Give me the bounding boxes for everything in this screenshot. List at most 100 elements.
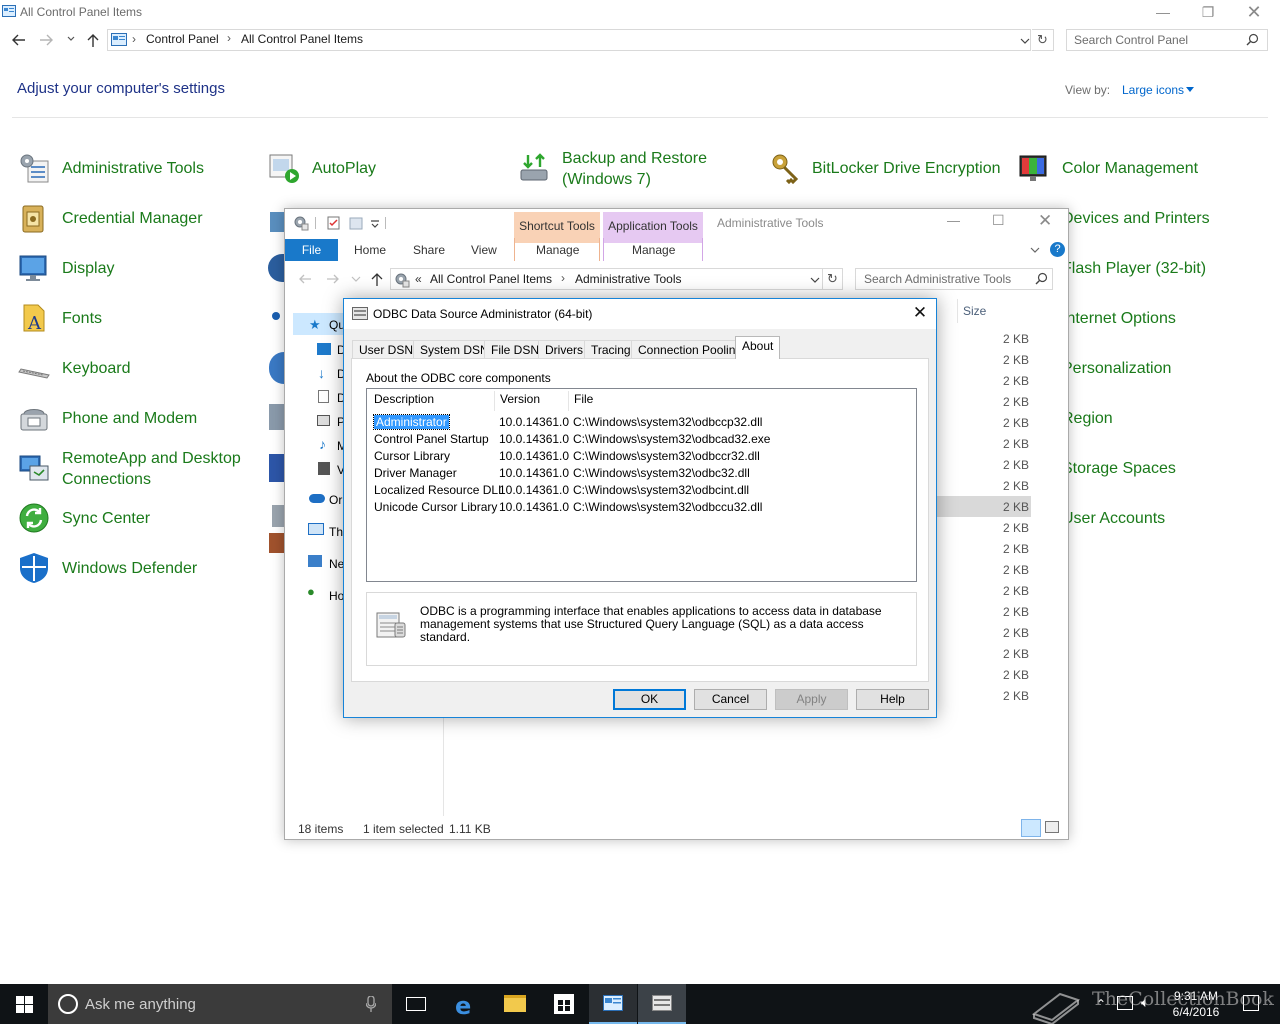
cp-item-windows-defender[interactable]: Windows Defender — [18, 548, 248, 588]
recent-chevron-icon[interactable] — [351, 274, 361, 284]
table-cell[interactable]: Localized Resource DLL — [374, 483, 505, 497]
cp-item-administrative-tools[interactable]: Administrative Tools — [18, 148, 248, 188]
cp-item-display[interactable]: Display — [18, 248, 248, 288]
table-cell[interactable]: C:\Windows\system32\odbcint.dll — [573, 483, 749, 497]
ok-button[interactable]: OK — [613, 689, 686, 710]
cancel-button[interactable]: Cancel — [694, 689, 767, 710]
table-cell[interactable]: Cursor Library — [374, 449, 450, 463]
cp-item-bitlocker[interactable]: BitLocker Drive Encryption — [768, 148, 1008, 188]
task-view-button[interactable] — [392, 984, 440, 1024]
file-explorer-button[interactable] — [491, 984, 539, 1024]
search-input[interactable]: Search Control Panel — [1066, 29, 1268, 51]
table-cell[interactable]: 10.0.14361.0 — [499, 449, 569, 463]
forward-arrow-icon[interactable] — [325, 271, 341, 287]
help-button[interactable]: Help — [856, 689, 929, 710]
cp-item-phone-and-modem[interactable]: Phone and Modem — [18, 398, 248, 438]
table-cell[interactable]: Administrator — [373, 414, 450, 430]
breadcrumb-admin-tools[interactable]: Administrative Tools — [575, 272, 682, 286]
nav-label[interactable]: Or — [329, 493, 342, 507]
restore-button[interactable]: ❐ — [1199, 3, 1217, 21]
tab-view[interactable]: View — [471, 243, 497, 257]
close-button[interactable]: ✕ — [1038, 211, 1052, 231]
cp-item-credential-manager[interactable]: Credential Manager — [18, 198, 248, 238]
column-header-file[interactable]: File — [574, 392, 593, 406]
table-cell[interactable]: 10.0.14361.0 — [499, 500, 569, 514]
maximize-button[interactable]: ☐ — [992, 212, 1005, 229]
cp-item-backup-restore[interactable]: Backup and Restore (Windows 7) — [518, 148, 748, 192]
table-cell[interactable]: 10.0.14361.0 — [499, 466, 569, 480]
tab-connection-pooling[interactable]: Connection Pooling — [631, 340, 750, 359]
search-input[interactable]: Search Administrative Tools — [855, 268, 1053, 290]
cp-item-sync-center[interactable]: Sync Center — [18, 498, 248, 538]
back-arrow-icon[interactable] — [297, 271, 313, 287]
tab-file[interactable]: File — [285, 239, 338, 261]
table-cell[interactable]: C:\Windows\system32\odbc32.dll — [573, 466, 750, 480]
details-view-icon[interactable] — [1021, 819, 1041, 837]
up-arrow-icon[interactable] — [84, 31, 102, 49]
table-cell[interactable]: C:\Windows\system32\odbcad32.exe — [573, 432, 770, 446]
cp-item-keyboard[interactable]: Keyboard — [18, 348, 248, 388]
components-list[interactable]: Description Version File Administrator 10… — [366, 388, 917, 582]
apply-button[interactable]: Apply — [775, 689, 848, 710]
table-cell[interactable]: C:\Windows\system32\odbccr32.dll — [573, 449, 760, 463]
help-icon[interactable]: ? — [1050, 242, 1065, 257]
cp-item-color-management[interactable]: Color Management — [1018, 148, 1268, 188]
close-button[interactable]: ✕ — [910, 303, 930, 323]
refresh-button[interactable]: ↻ — [1032, 29, 1054, 51]
tab-manage-shortcut[interactable]: Manage — [536, 243, 579, 257]
minimize-button[interactable]: — — [947, 213, 960, 228]
table-cell[interactable]: Unicode Cursor Library — [374, 500, 497, 514]
tab-share[interactable]: Share — [413, 243, 445, 257]
recent-chevron-icon[interactable] — [65, 33, 77, 45]
table-cell[interactable]: C:\Windows\system32\odbccu32.dll — [573, 500, 762, 514]
start-button[interactable] — [0, 984, 48, 1024]
breadcrumb-control-panel[interactable]: Control Panel — [146, 32, 219, 46]
customize-toolbar-icon[interactable] — [370, 219, 380, 229]
properties-icon[interactable] — [327, 216, 341, 230]
minimize-button[interactable]: — — [1154, 3, 1172, 21]
table-cell[interactable]: C:\Windows\system32\odbccp32.dll — [573, 415, 762, 429]
tab-home[interactable]: Home — [354, 243, 386, 257]
back-arrow-icon[interactable] — [10, 31, 28, 49]
table-cell[interactable]: 10.0.14361.0 — [499, 415, 569, 429]
tab-tracing[interactable]: Tracing — [584, 340, 638, 359]
cell-text: C:\Windows\system32\odbccu32.dll — [573, 500, 763, 514]
nav-label[interactable]: Th — [329, 525, 343, 539]
address-bar[interactable]: « All Control Panel Items › Administrati… — [390, 268, 823, 290]
up-arrow-icon[interactable] — [369, 271, 385, 287]
tab-manage-application[interactable]: Manage — [632, 243, 675, 257]
tab-about[interactable]: About — [735, 336, 781, 359]
chevron-down-icon[interactable] — [810, 275, 820, 285]
cp-item-fonts[interactable]: A Fonts — [18, 298, 248, 338]
store-button[interactable] — [540, 984, 588, 1024]
column-header-version[interactable]: Version — [500, 392, 540, 406]
odbc-taskbar-button[interactable] — [638, 984, 686, 1024]
large-icons-view-icon[interactable] — [1045, 821, 1059, 833]
cp-item-remoteapp[interactable]: RemoteApp and Desktop Connections — [18, 448, 248, 492]
dropdown-arrow-icon[interactable] — [1186, 87, 1195, 93]
breadcrumb-overflow[interactable]: « — [415, 272, 422, 286]
table-cell[interactable]: 10.0.14361.0 — [499, 483, 569, 497]
column-header-size[interactable]: Size — [963, 304, 986, 318]
table-cell[interactable]: Driver Manager — [374, 466, 457, 480]
table-cell[interactable]: Control Panel Startup — [374, 432, 489, 446]
breadcrumb-all-items[interactable]: All Control Panel Items — [241, 32, 363, 46]
breadcrumb-all-items[interactable]: All Control Panel Items — [430, 272, 552, 286]
tab-user-dsn[interactable]: User DSN — [352, 340, 421, 359]
column-header-description[interactable]: Description — [374, 392, 434, 406]
cortana-search[interactable]: Ask me anything — [48, 984, 392, 1024]
chevron-down-icon[interactable] — [1020, 36, 1030, 46]
view-by-dropdown[interactable]: Large icons — [1122, 83, 1184, 97]
microphone-icon[interactable] — [366, 996, 376, 1012]
cp-item-autoplay[interactable]: AutoPlay — [268, 148, 468, 188]
table-cell[interactable]: 10.0.14361.0 — [499, 432, 569, 446]
new-folder-icon[interactable] — [349, 216, 363, 230]
tab-file-dsn[interactable]: File DSN — [484, 340, 547, 359]
edge-button[interactable]: e — [443, 984, 491, 1024]
close-button[interactable]: ✕ — [1245, 3, 1263, 21]
tab-drivers[interactable]: Drivers — [538, 340, 590, 359]
forward-arrow-icon[interactable] — [37, 31, 55, 49]
refresh-button[interactable]: ↻ — [823, 268, 843, 290]
control-panel-taskbar-button[interactable] — [589, 984, 637, 1024]
ribbon-expand-icon[interactable] — [1030, 245, 1040, 255]
